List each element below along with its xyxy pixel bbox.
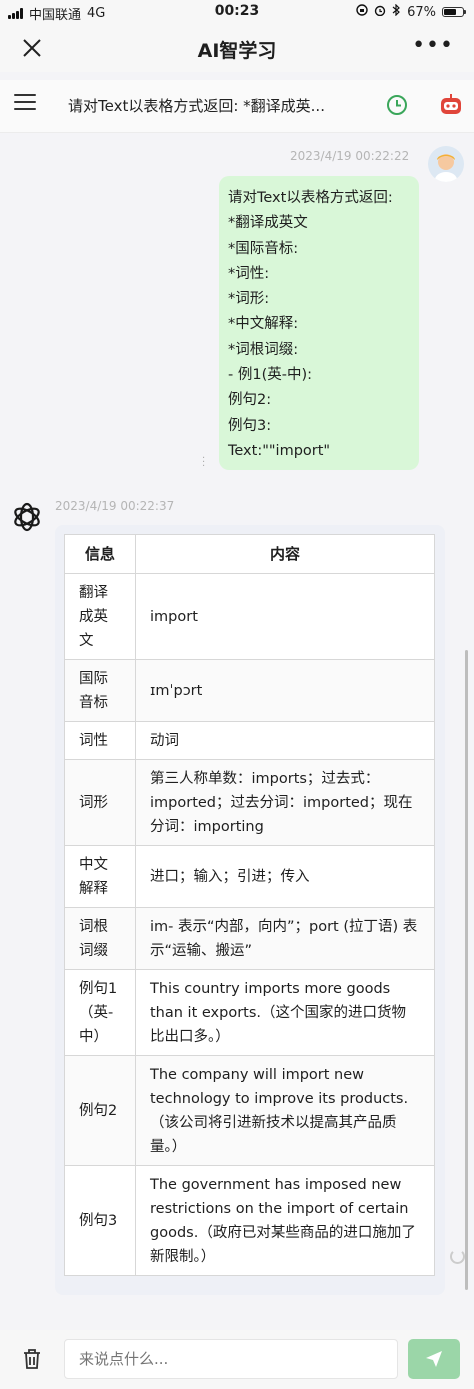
table-cell-key: 词根词缀 [64, 907, 136, 970]
user-message-timestamp: 2023/4/19 00:22:22 [290, 149, 410, 163]
table-cell-key: 例句1（英-中） [64, 969, 136, 1056]
table-header-content: 内容 [135, 534, 435, 574]
table-cell-value: 进口；输入；引进；传入 [135, 845, 435, 908]
user-message-line: Text:""import" [228, 442, 331, 459]
user-message-line: *词性: [228, 265, 270, 282]
table-row: 例句1（英-中） This country imports more goods … [64, 969, 435, 1056]
table-header-info: 信息 [64, 534, 136, 574]
chat-header: 请对Text以表格方式返回: *翻译成英... [0, 80, 474, 133]
message-input[interactable] [64, 1339, 398, 1379]
user-message-line: - 例1(英-中): [228, 367, 312, 384]
table-cell-value: import [135, 573, 435, 660]
battery-icon [442, 7, 466, 17]
table-cell-key: 词性 [64, 721, 136, 760]
status-bar: 中国联通 4G 00:23 67% [0, 0, 474, 24]
bluetooth-icon [392, 3, 401, 20]
table-cell-value: This country imports more goods than it … [135, 969, 435, 1056]
table-cell-value: ɪmˈpɔrt [135, 659, 435, 722]
table-cell-key: 中文解释 [64, 845, 136, 908]
app-header: AI智学习 ••• [0, 24, 474, 72]
robot-icon[interactable] [438, 92, 464, 118]
table-row: 中文解释 进口；输入；引进；传入 [64, 845, 435, 908]
table-row: 词根词缀 im- 表示“内部，向内”；port (拉丁语) 表示“运输、搬运” [64, 907, 435, 970]
user-message-line: *词根词缀: [228, 341, 299, 358]
alarm-icon [374, 4, 386, 20]
trash-icon[interactable] [22, 1348, 42, 1370]
loading-indicator [450, 1249, 465, 1264]
table-cell-key: 例句3 [64, 1165, 136, 1276]
openai-logo-icon [10, 500, 44, 534]
user-avatar [428, 146, 464, 182]
table-cell-value: 第三人称单数：imports；过去式：imported；过去分词：importe… [135, 759, 435, 846]
table-row: 翻译成英文 import [64, 573, 435, 660]
user-message-line: *翻译成英文 [228, 215, 308, 232]
ai-message-timestamp: 2023/4/19 00:22:37 [55, 499, 175, 513]
user-message-line: *词形: [228, 291, 270, 308]
table-cell-key: 国际音标 [64, 659, 136, 722]
lock-rotation-icon [356, 4, 368, 20]
user-message-line: 例句3: [228, 417, 272, 434]
composer-bar [0, 1330, 474, 1389]
user-message-bubble[interactable]: 请对Text以表格方式返回: *翻译成英文 *国际音标: *词性: *词形: *中文解释:… [219, 176, 419, 470]
page-title: AI智学习 [197, 40, 277, 62]
user-message-line: 例句2: [228, 392, 272, 409]
table-cell-key: 词形 [64, 759, 136, 846]
user-message-line: *中文解释: [228, 316, 299, 333]
table-cell-value: 动词 [135, 721, 435, 760]
battery-percent: 67% [407, 4, 436, 20]
ai-response-table: 信息 内容 翻译成英文 import 国际音标 ɪmˈpɔrt 词性 动词 词形 第三人称单数… [64, 534, 435, 1276]
table-row: 国际音标 ɪmˈpɔrt [64, 659, 435, 722]
user-message-line: 请对Text以表格方式返回: [228, 190, 393, 206]
message-options-icon[interactable]: · · · [202, 454, 205, 472]
table-cell-value: The government has imposed new restricti… [135, 1165, 435, 1276]
menu-icon[interactable] [14, 94, 36, 114]
table-row: 例句2 The company will import new technolog… [64, 1055, 435, 1166]
table-row: 例句3 The government has imposed new restri… [64, 1165, 435, 1276]
more-icon[interactable]: ••• [412, 35, 454, 57]
table-cell-value: im- 表示“内部，向内”；port (拉丁语) 表示“运输、搬运” [135, 907, 435, 970]
scrollbar[interactable] [465, 650, 468, 1290]
send-button[interactable] [408, 1339, 460, 1379]
table-cell-key: 例句2 [64, 1055, 136, 1166]
table-row: 词性 动词 [64, 721, 435, 760]
user-message-line: *国际音标: [228, 240, 299, 257]
table-cell-value: The company will import new technology t… [135, 1055, 435, 1166]
table-row: 词形 第三人称单数：imports；过去式：imported；过去分词：impor… [64, 759, 435, 846]
table-cell-key: 翻译成英文 [64, 573, 136, 660]
chat-title[interactable]: 请对Text以表格方式返回: *翻译成英... [68, 95, 358, 116]
history-icon[interactable] [386, 94, 408, 116]
